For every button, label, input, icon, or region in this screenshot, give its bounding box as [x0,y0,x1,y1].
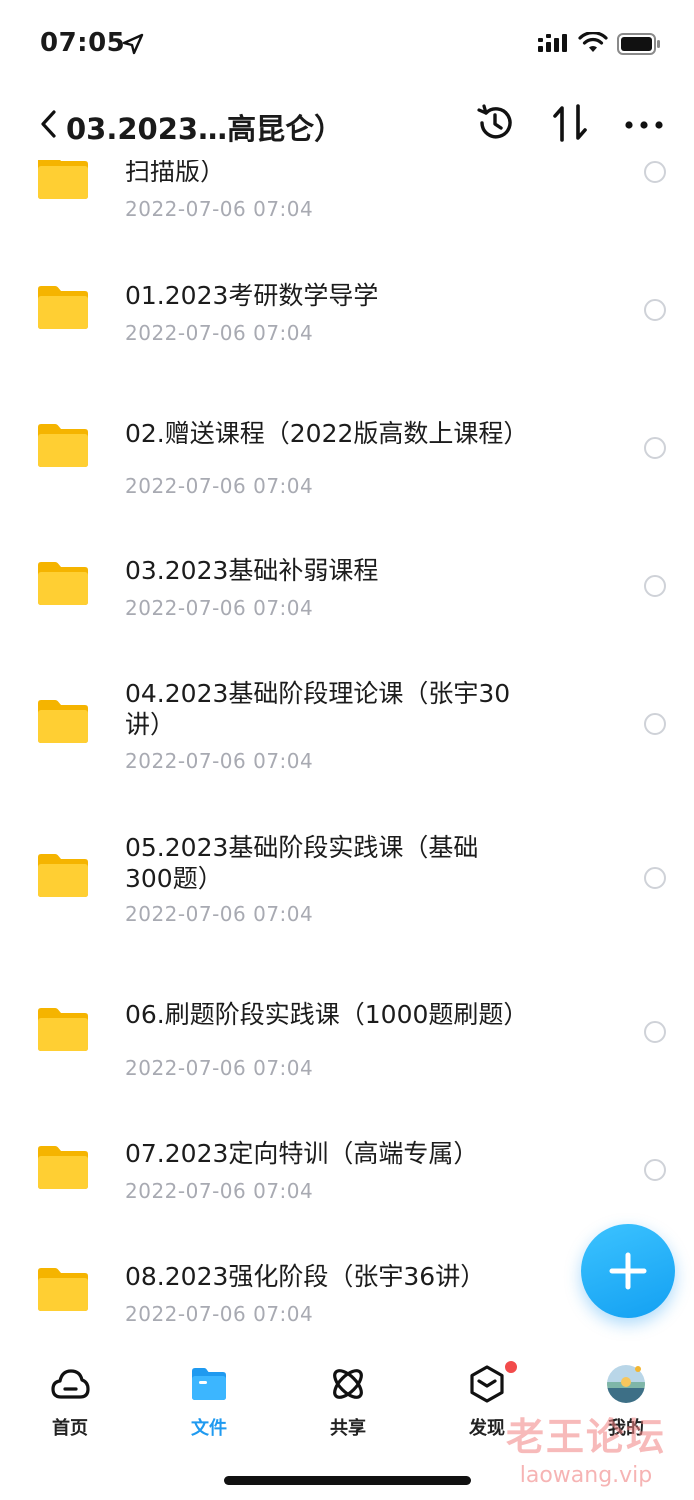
file-row[interactable]: 04.2023基础阶段理论课（张宇30讲） 2022-07-06 07:04 [0,679,694,784]
history-icon[interactable] [474,102,516,144]
folder-icon [192,1368,226,1400]
file-row[interactable]: 07.2023定向特训（高端专属） 2022-07-06 07:04 [0,1130,694,1210]
sort-icon[interactable] [550,102,590,144]
watermark: 老王论坛 laowang.vip [506,1406,666,1488]
folder-icon [38,700,88,743]
select-radio[interactable] [644,575,666,597]
cloud-icon [51,1369,90,1399]
select-radio[interactable] [644,867,666,889]
folder-icon [38,424,88,467]
file-name: 04.2023基础阶段理论课（张宇30讲） [125,679,511,739]
avatar-icon [607,1365,645,1403]
cube-icon [470,1365,504,1403]
file-row[interactable]: 02.赠送课程（2022版高数上课程） 2022-07-06 07:04 [0,408,694,498]
add-button[interactable] [581,1224,675,1318]
share-orbit-icon [333,1369,363,1399]
home-indicator [224,1476,471,1485]
tab-share[interactable]: 共享 [298,1364,398,1444]
tab-files[interactable]: 文件 [159,1364,259,1444]
folder-title: 03.2023…高昆仑） [66,112,344,146]
file-name: 06.刷题阶段实践课（1000题刷题） [125,1000,529,1029]
file-date: 2022-07-06 07:04 [125,902,314,926]
folder-icon [38,156,88,199]
file-name: 05.2023基础阶段实践课（基础300题） [125,833,479,893]
folder-icon [38,854,88,897]
notification-badge [503,1359,519,1375]
select-radio[interactable] [644,299,666,321]
plus-icon [609,1252,647,1290]
select-radio[interactable] [644,1159,666,1181]
file-date: 2022-07-06 07:04 [125,197,314,221]
file-date: 2022-07-06 07:04 [125,1302,314,1326]
select-radio[interactable] [644,713,666,735]
file-list: 扫描版） 2022-07-06 07:04 01.2023考研数学导学 2022… [0,0,694,1342]
tab-label: 首页 [52,1418,88,1439]
file-row[interactable]: 03.2023基础补弱课程 2022-07-06 07:04 [0,546,694,626]
folder-icon [38,1146,88,1189]
file-date: 2022-07-06 07:04 [125,749,314,773]
watermark-url: laowang.vip [519,1463,653,1488]
file-date: 2022-07-06 07:04 [125,596,314,620]
file-name: 02.赠送课程（2022版高数上课程） [125,419,529,448]
folder-icon [38,286,88,329]
file-row[interactable]: 05.2023基础阶段实践课（基础300题） 2022-07-06 07:04 [0,833,694,938]
tab-label: 文件 [191,1418,227,1439]
file-name: 07.2023定向特训（高端专属） [125,1139,479,1168]
tab-label: 共享 [330,1418,366,1439]
file-date: 2022-07-06 07:04 [125,474,314,498]
folder-icon [38,562,88,605]
watermark-text: 老王论坛 [506,1415,667,1459]
file-row[interactable]: 01.2023考研数学导学 2022-07-06 07:04 [0,270,694,350]
file-name: 08.2023强化阶段（张宇36讲） [125,1262,486,1291]
file-name: 03.2023基础补弱课程 [125,556,379,585]
file-date: 2022-07-06 07:04 [125,1179,314,1203]
file-date: 2022-07-06 07:04 [125,321,314,345]
file-name: 01.2023考研数学导学 [125,281,379,310]
file-name: 扫描版） [125,157,226,186]
folder-icon [38,1008,88,1051]
more-options-icon[interactable] [624,120,664,130]
file-row[interactable]: 06.刷题阶段实践课（1000题刷题） 2022-07-06 07:04 [0,992,694,1082]
select-radio[interactable] [644,437,666,459]
select-radio[interactable] [644,161,666,183]
tab-home[interactable]: 首页 [20,1364,120,1444]
folder-icon [38,1268,88,1311]
select-radio[interactable] [644,1021,666,1043]
file-date: 2022-07-06 07:04 [125,1056,314,1080]
navigation-bar: 03.2023…高昆仑） [0,90,694,160]
back-chevron-icon[interactable] [36,106,66,142]
